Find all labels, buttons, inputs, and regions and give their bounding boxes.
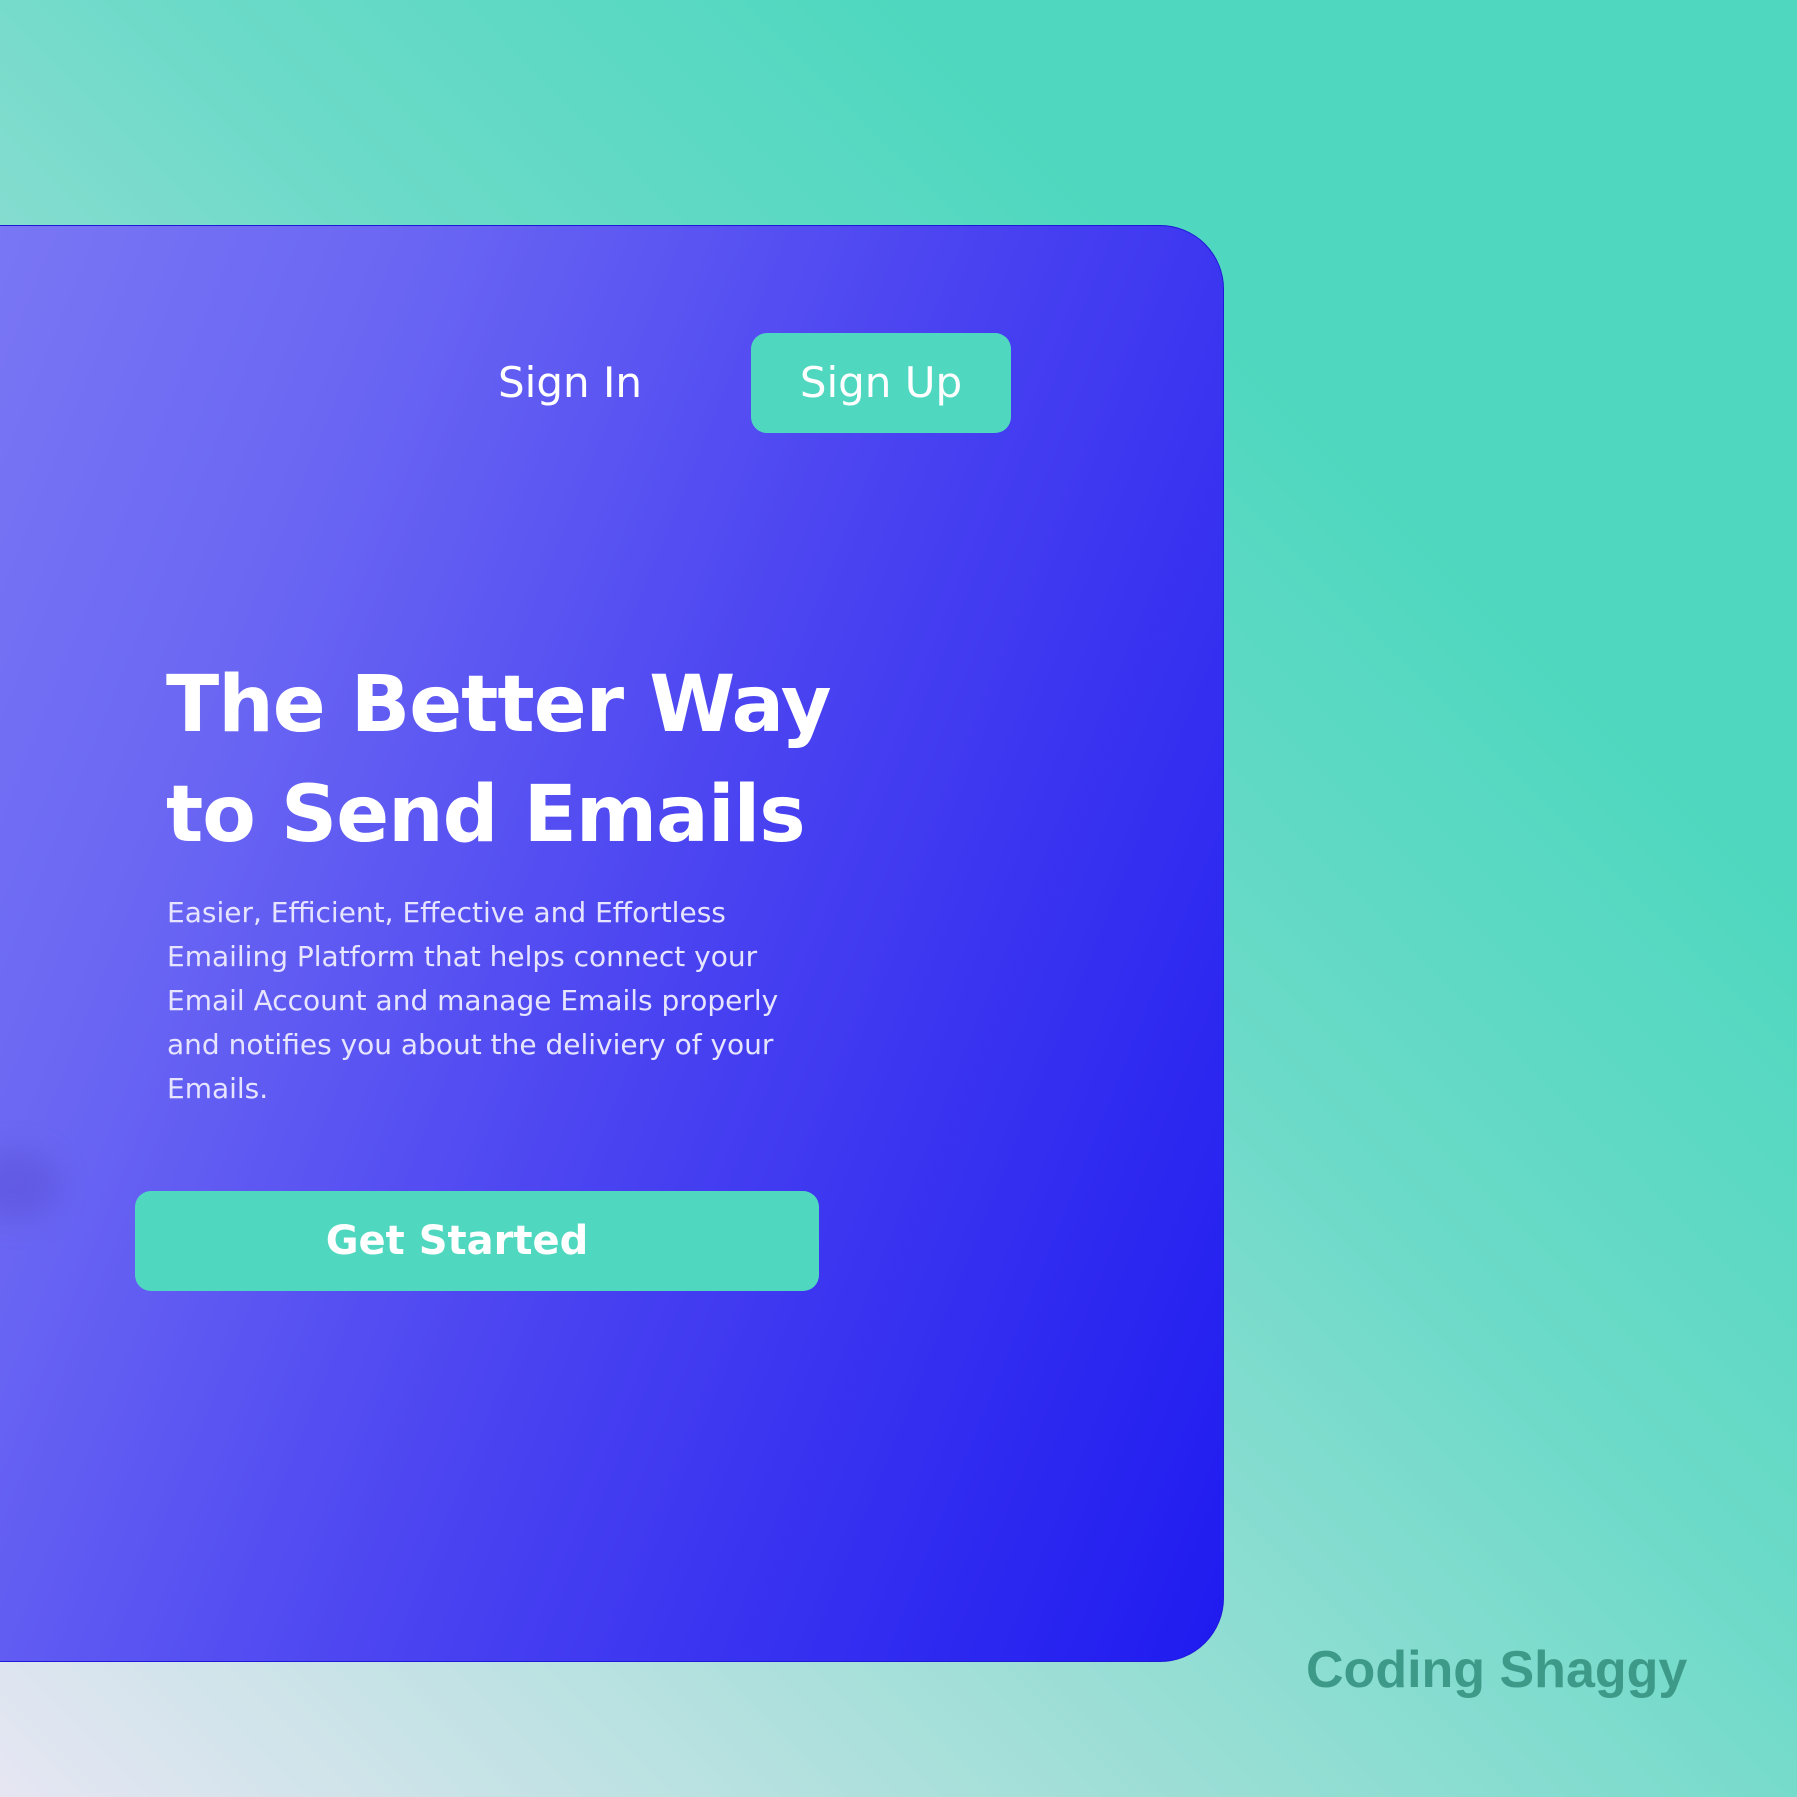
sign-up-button[interactable]: Sign Up — [751, 333, 1011, 433]
brand-watermark: Coding Shaggy — [1306, 1641, 1688, 1699]
sign-in-button[interactable]: Sign In — [470, 333, 670, 433]
hero-headline: The Better Way to Send Emails — [166, 650, 886, 870]
hero-headline-line-1: The Better Way — [166, 660, 832, 750]
hero-description: Easier, Efficient, Effective and Effortl… — [167, 896, 779, 1105]
hero-headline-line-2: to Send Emails — [166, 770, 806, 860]
get-started-button[interactable]: Get Started — [135, 1191, 819, 1291]
